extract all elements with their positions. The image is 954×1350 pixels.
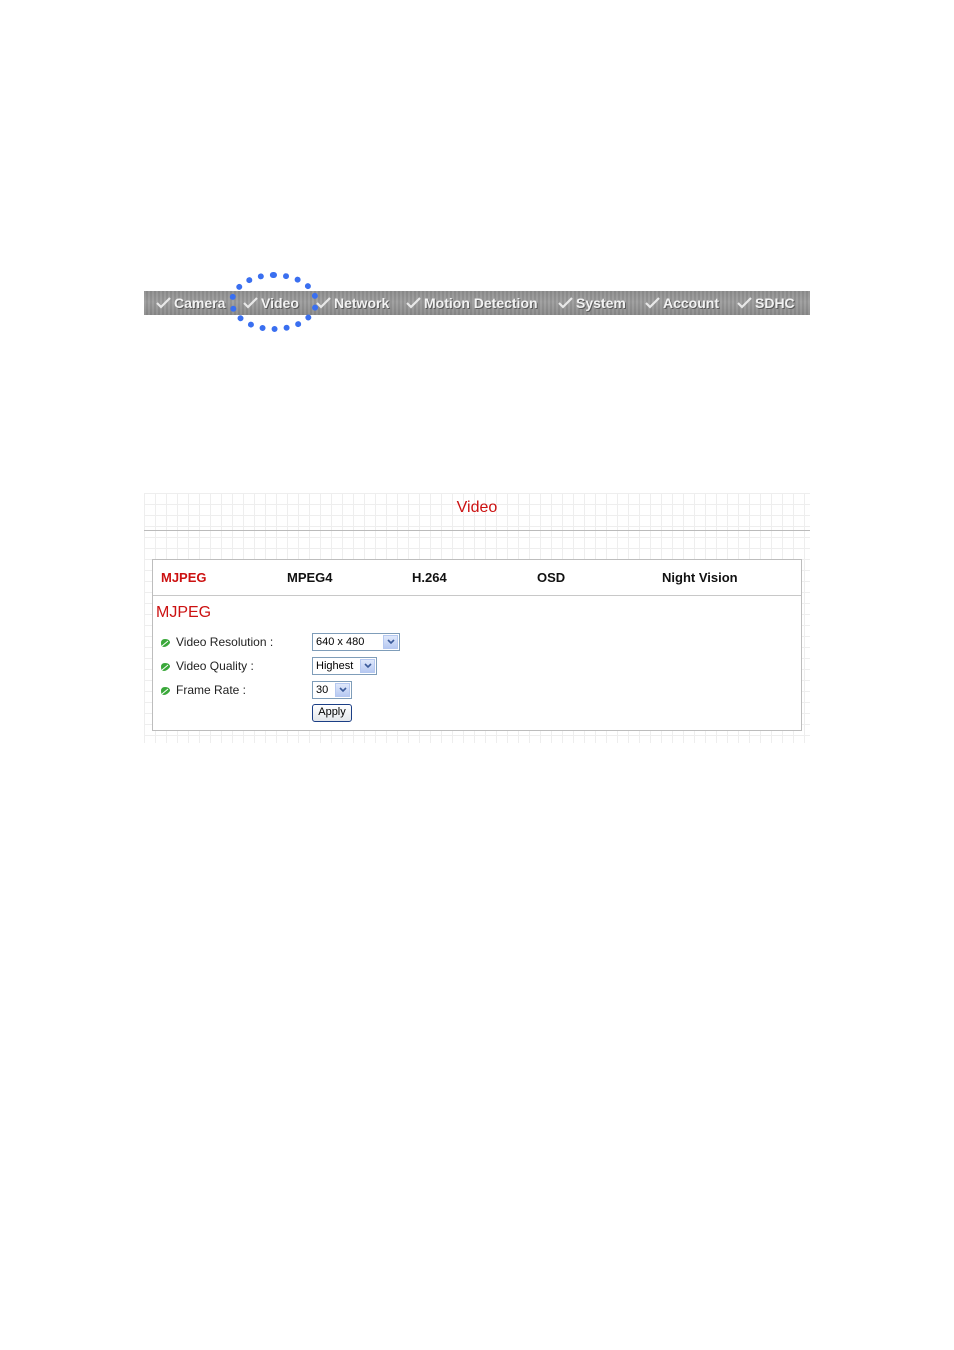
nav-item-sdhc[interactable]: SDHC bbox=[737, 291, 795, 315]
field-frame-rate: Frame Rate : bbox=[160, 680, 420, 700]
tab-mjpeg[interactable]: MJPEG bbox=[161, 570, 207, 585]
settings-box: MJPEG MPEG4 H.264 OSD Night Vision MJPEG… bbox=[152, 559, 802, 731]
video-resolution-select[interactable]: 640 x 480 bbox=[312, 633, 400, 651]
frame-rate-select[interactable]: 30 bbox=[312, 681, 352, 699]
apply-button[interactable]: Apply bbox=[312, 704, 352, 722]
highlight-circle bbox=[229, 272, 319, 332]
nav-item-motion-detection[interactable]: Motion Detection bbox=[406, 291, 538, 315]
select-value: Highest bbox=[316, 660, 354, 672]
check-icon bbox=[645, 296, 660, 310]
page-title: Video bbox=[456, 499, 498, 516]
section-title: MJPEG bbox=[156, 604, 212, 621]
codec-tabs: MJPEG MPEG4 H.264 OSD Night Vision bbox=[153, 560, 801, 596]
dropdown-arrow-icon bbox=[360, 659, 375, 673]
nav-item-label: Network bbox=[334, 295, 390, 311]
nav-item-label: Account bbox=[663, 295, 719, 311]
leaf-icon bbox=[160, 683, 171, 701]
dropdown-arrow-icon bbox=[383, 635, 398, 649]
field-label: Video Quality : bbox=[176, 659, 254, 673]
tab-mpeg4[interactable]: MPEG4 bbox=[287, 570, 333, 585]
nav-item-camera[interactable]: Camera bbox=[156, 291, 225, 315]
dropdown-arrow-icon bbox=[335, 683, 350, 697]
select-value: 30 bbox=[316, 684, 329, 696]
video-quality-select[interactable]: Highest bbox=[312, 657, 377, 675]
field-label: Frame Rate : bbox=[176, 683, 247, 697]
tab-h264[interactable]: H.264 bbox=[412, 570, 447, 585]
nav-item-system[interactable]: System bbox=[558, 291, 626, 315]
check-icon bbox=[156, 296, 171, 310]
leaf-icon bbox=[160, 635, 171, 653]
nav-item-account[interactable]: Account bbox=[645, 291, 719, 315]
field-video-quality: Video Quality : bbox=[160, 656, 420, 676]
field-label: Video Resolution : bbox=[176, 635, 274, 649]
select-value: 640 x 480 bbox=[316, 636, 365, 648]
leaf-icon bbox=[160, 659, 171, 677]
nav-item-label: Motion Detection bbox=[424, 295, 538, 311]
title-divider bbox=[144, 530, 810, 531]
video-settings-panel: Video MJPEG MPEG4 H.264 OSD Night Vision… bbox=[144, 493, 810, 743]
check-icon bbox=[406, 296, 421, 310]
nav-item-label: System bbox=[576, 295, 626, 311]
check-icon bbox=[558, 296, 573, 310]
tab-osd[interactable]: OSD bbox=[537, 570, 565, 585]
check-icon bbox=[737, 296, 752, 310]
nav-item-network[interactable]: Network bbox=[316, 291, 389, 315]
nav-item-label: Camera bbox=[174, 295, 226, 311]
tab-night-vision[interactable]: Night Vision bbox=[662, 570, 738, 585]
nav-item-label: SDHC bbox=[755, 295, 795, 311]
